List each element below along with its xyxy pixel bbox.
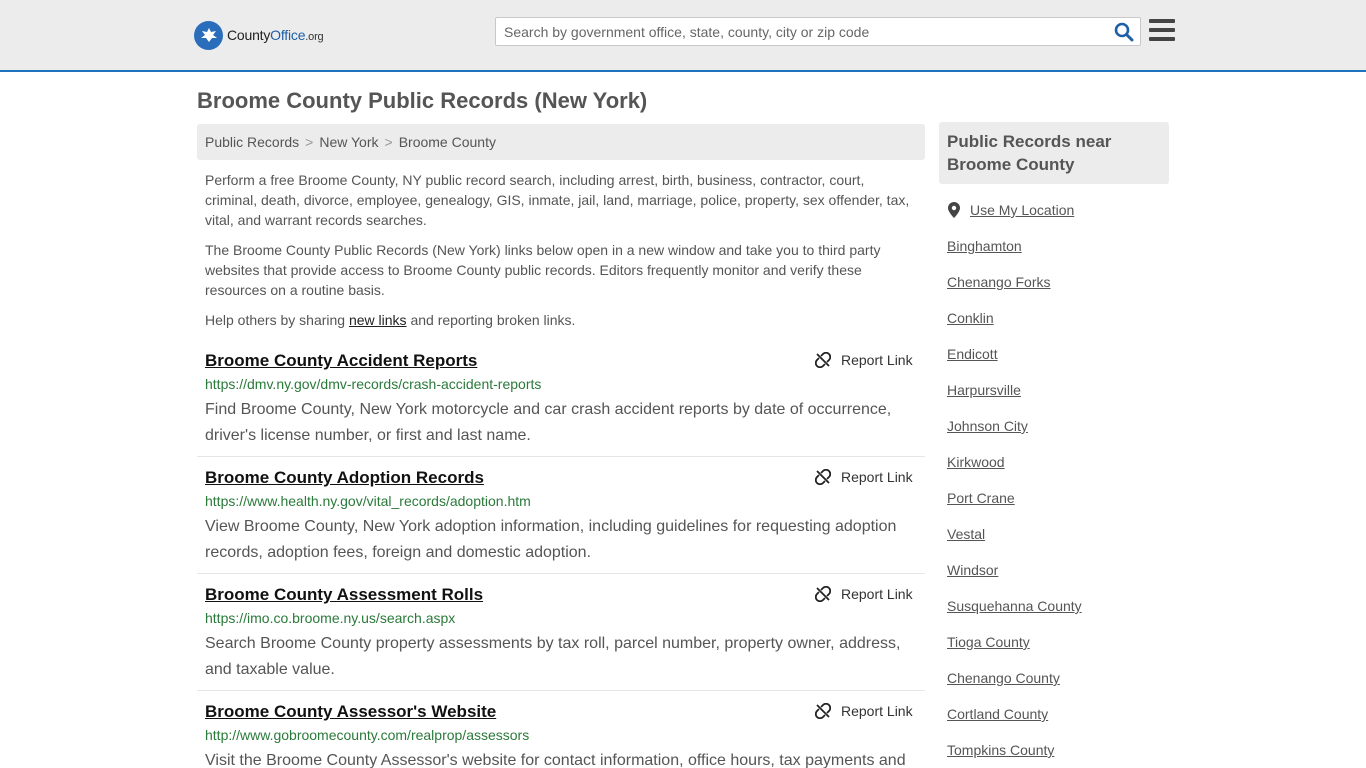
intro-text: and reporting broken links.: [406, 312, 576, 328]
new-links-link[interactable]: new links: [349, 312, 407, 328]
breadcrumb-separator: >: [305, 134, 314, 150]
record-description: Visit the Broome County Assessor's websi…: [205, 752, 906, 768]
sidebar-link[interactable]: Susquehanna County: [947, 598, 1082, 614]
sidebar-link[interactable]: Chenango County: [947, 670, 1060, 686]
record-item: Broome County Assessor's Website Report …: [197, 702, 925, 768]
sidebar-link[interactable]: Windsor: [947, 562, 998, 578]
report-link-label: Report Link: [841, 352, 913, 368]
sidebar-link[interactable]: Harpursville: [947, 382, 1021, 398]
breadcrumb-broome-county[interactable]: Broome County: [399, 134, 496, 150]
record-url[interactable]: http://www.gobroomecounty.com/realprop/a…: [205, 727, 529, 743]
sidebar-link[interactable]: Tompkins County: [947, 742, 1054, 758]
logo-text-office: Office: [270, 27, 306, 43]
record-title-link[interactable]: Broome County Assessment Rolls: [205, 585, 483, 605]
record-url[interactable]: https://www.health.ny.gov/vital_records/…: [205, 493, 531, 509]
sidebar-link[interactable]: Chenango Forks: [947, 274, 1051, 290]
sidebar-heading: Public Records near Broome County: [939, 122, 1169, 184]
intro-paragraph-2: The Broome County Public Records (New Yo…: [205, 242, 881, 298]
record-title-link[interactable]: Broome County Accident Reports: [205, 351, 477, 371]
report-link-label: Report Link: [841, 586, 913, 602]
page-title: Broome County Public Records (New York): [197, 88, 648, 113]
sidebar-link[interactable]: Tioga County: [947, 634, 1030, 650]
report-link-label: Report Link: [841, 469, 913, 485]
broken-link-icon: [815, 469, 831, 485]
broken-link-icon: [815, 352, 831, 368]
intro-paragraph-3: Help others by sharing new links and rep…: [205, 310, 917, 330]
report-link-button[interactable]: Report Link: [815, 469, 913, 485]
intro-text: Help others by sharing: [205, 312, 349, 328]
breadcrumb: Public Records > New York > Broome Count…: [197, 124, 925, 160]
record-title-link[interactable]: Broome County Assessor's Website: [205, 702, 496, 722]
record-description: View Broome County, New York adoption in…: [205, 518, 897, 561]
use-my-location-label: Use My Location: [970, 202, 1075, 218]
sidebar-link[interactable]: Endicott: [947, 346, 998, 362]
broken-link-icon: [815, 586, 831, 602]
hamburger-menu-icon[interactable]: [1149, 19, 1175, 41]
report-link-button[interactable]: Report Link: [815, 586, 913, 602]
broken-link-icon: [815, 703, 831, 719]
report-link-button[interactable]: Report Link: [815, 703, 913, 719]
use-my-location-link[interactable]: Use My Location: [948, 202, 1074, 218]
site-logo[interactable]: CountyOffice.org: [194, 20, 324, 50]
search-icon[interactable]: [1114, 22, 1134, 42]
record-url[interactable]: https://dmv.ny.gov/dmv-records/crash-acc…: [205, 376, 541, 392]
report-link-button[interactable]: Report Link: [815, 352, 913, 368]
record-title-link[interactable]: Broome County Adoption Records: [205, 468, 484, 488]
record-item: Broome County Accident Reports Report Li…: [197, 351, 925, 457]
logo-text: CountyOffice.org: [227, 27, 324, 43]
sidebar-link[interactable]: Kirkwood: [947, 454, 1005, 470]
record-description: Find Broome County, New York motorcycle …: [205, 401, 892, 444]
breadcrumb-public-records[interactable]: Public Records: [205, 134, 299, 150]
search-input[interactable]: [504, 18, 1104, 45]
sidebar-link[interactable]: Port Crane: [947, 490, 1015, 506]
map-pin-icon: [948, 202, 960, 218]
top-header: CountyOffice.org: [0, 0, 1366, 72]
logo-text-org: .org: [305, 31, 324, 43]
breadcrumb-separator: >: [384, 134, 393, 150]
record-description: Search Broome County property assessment…: [205, 635, 901, 678]
sidebar-link[interactable]: Binghamton: [947, 238, 1022, 254]
sidebar-link[interactable]: Vestal: [947, 526, 985, 542]
report-link-label: Report Link: [841, 703, 913, 719]
sidebar-link[interactable]: Conklin: [947, 310, 994, 326]
breadcrumb-new-york[interactable]: New York: [319, 134, 378, 150]
search-bar: [495, 17, 1141, 46]
logo-seal-icon: [194, 20, 223, 50]
logo-text-county: County: [227, 27, 271, 43]
record-item: Broome County Assessment Rolls Report Li…: [197, 585, 925, 691]
sidebar-link[interactable]: Johnson City: [947, 418, 1028, 434]
intro-paragraph-1: Perform a free Broome County, NY public …: [205, 172, 910, 228]
sidebar-link[interactable]: Cortland County: [947, 706, 1048, 722]
record-item: Broome County Adoption Records Report Li…: [197, 468, 925, 574]
record-url[interactable]: https://imo.co.broome.ny.us/search.aspx: [205, 610, 455, 626]
